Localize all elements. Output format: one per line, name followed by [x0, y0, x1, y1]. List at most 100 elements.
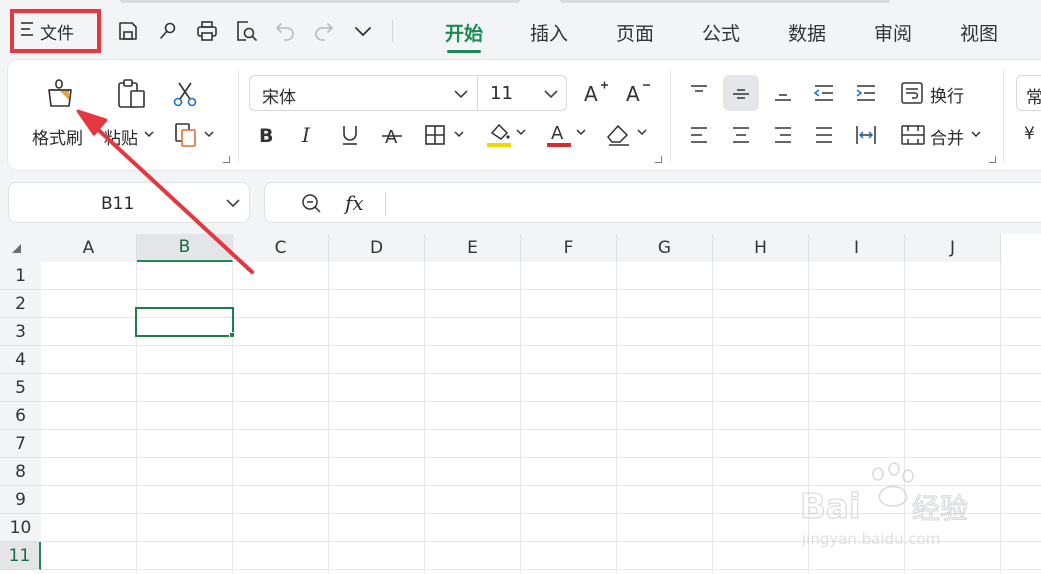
justify-button[interactable]: [808, 120, 840, 150]
row-header-3[interactable]: 3: [0, 318, 41, 346]
column-header-j[interactable]: J: [905, 234, 1001, 262]
tab-page-layout[interactable]: 页面: [616, 19, 654, 46]
font-color-button[interactable]: A: [543, 118, 591, 150]
name-box[interactable]: B11: [8, 182, 250, 223]
undo-button[interactable]: [270, 16, 300, 46]
fill-color-button[interactable]: [483, 118, 531, 150]
copy-button[interactable]: [172, 120, 220, 150]
name-box-dropdown-icon[interactable]: [225, 198, 241, 208]
row-header-10[interactable]: 10: [0, 514, 41, 542]
tab-home[interactable]: 开始: [445, 19, 483, 46]
merge-dropdown-icon[interactable]: [970, 128, 982, 140]
font-size-input[interactable]: 11: [490, 83, 513, 104]
underline-button[interactable]: [336, 120, 364, 150]
column-header-c[interactable]: C: [233, 234, 329, 262]
align-center-button[interactable]: [725, 120, 757, 150]
selected-cell-b11[interactable]: [135, 307, 234, 337]
format-painter-label: 格式刷: [32, 129, 83, 149]
column-gridline: [616, 262, 617, 574]
font-color-icon: A: [547, 123, 586, 147]
column-header-d[interactable]: D: [329, 234, 425, 262]
borders-button[interactable]: [422, 120, 470, 150]
row-header-5[interactable]: 5: [0, 374, 41, 402]
tab-formulas[interactable]: 公式: [702, 19, 740, 46]
format-painter-button[interactable]: [40, 76, 80, 112]
column-header-b[interactable]: B: [137, 234, 233, 262]
row-header-1[interactable]: 1: [0, 262, 41, 290]
increase-font-icon: A: [584, 81, 608, 105]
underline-icon: [343, 126, 357, 145]
merge-cells-icon: [901, 125, 925, 145]
font-size-dropdown-icon[interactable]: [544, 89, 558, 99]
window-tab-strip: [560, 0, 890, 3]
tab-review[interactable]: 审阅: [874, 19, 912, 46]
tab-data[interactable]: 数据: [788, 19, 826, 46]
row-header-9[interactable]: 9: [0, 486, 41, 514]
quick-format-button[interactable]: [153, 16, 183, 46]
font-name-input[interactable]: 宋体: [262, 83, 296, 108]
print-preview-button[interactable]: [231, 16, 261, 46]
column-header-f[interactable]: F: [521, 234, 617, 262]
decrease-font-icon: A: [626, 82, 650, 105]
wrap-text-icon-box[interactable]: [898, 77, 928, 109]
row-header-6[interactable]: 6: [0, 402, 41, 430]
italic-button[interactable]: I: [294, 120, 322, 150]
bold-button[interactable]: B: [252, 120, 280, 150]
row-header-8[interactable]: 8: [0, 458, 41, 486]
wrap-text-label[interactable]: 换行: [930, 82, 964, 107]
currency-format-button[interactable]: ¥: [1024, 124, 1035, 144]
row-gridline: [41, 457, 1041, 458]
tab-view[interactable]: 视图: [960, 19, 998, 46]
save-button[interactable]: [113, 16, 143, 46]
font-name-dropdown-icon[interactable]: [454, 89, 468, 99]
column-header-e[interactable]: E: [425, 234, 521, 262]
redo-button[interactable]: [309, 16, 339, 46]
distributed-button[interactable]: [850, 120, 882, 150]
fill-handle[interactable]: [229, 332, 235, 338]
print-button[interactable]: [192, 16, 222, 46]
clear-format-button[interactable]: [602, 118, 652, 150]
decrease-indent-icon: [813, 85, 833, 101]
paste-label[interactable]: 粘贴: [104, 124, 138, 149]
align-left-button[interactable]: [683, 120, 715, 150]
tab-insert[interactable]: 插入: [530, 19, 568, 46]
column-header-a[interactable]: A: [41, 234, 137, 262]
strikethrough-button[interactable]: A: [378, 120, 406, 150]
customize-toolbar-button[interactable]: [348, 16, 378, 46]
alignment-dialog-launcher[interactable]: [989, 156, 996, 163]
insert-function-button[interactable]: fx: [345, 191, 364, 215]
align-left-icon: [691, 127, 707, 143]
row-header-4[interactable]: 4: [0, 346, 41, 374]
merge-label[interactable]: 合并: [930, 124, 964, 149]
file-menu-button[interactable]: 文件: [10, 9, 101, 53]
column-header-h[interactable]: H: [713, 234, 809, 262]
select-all-button[interactable]: [0, 234, 41, 262]
merge-icon-box[interactable]: [898, 120, 928, 150]
row-header-2[interactable]: 2: [0, 290, 41, 318]
decrease-indent-button[interactable]: [808, 77, 840, 109]
increase-font-size-button[interactable]: A: [581, 77, 611, 107]
font-dialog-launcher[interactable]: [655, 156, 662, 163]
row-header-7[interactable]: 7: [0, 430, 41, 458]
align-top-button[interactable]: [683, 77, 715, 109]
number-format-select[interactable]: 常: [1016, 75, 1041, 111]
increase-indent-icon: [856, 85, 875, 101]
row-gridline: [41, 345, 1041, 346]
clipboard-dialog-launcher[interactable]: [223, 156, 230, 163]
column-header-g[interactable]: G: [617, 234, 713, 262]
row-header-11[interactable]: 11: [0, 542, 41, 570]
paste-button[interactable]: [110, 76, 152, 112]
align-middle-button[interactable]: [725, 77, 757, 109]
row-gridline: [41, 429, 1041, 430]
align-right-button[interactable]: [767, 120, 799, 150]
column-header-i[interactable]: I: [809, 234, 905, 262]
align-center-icon: [733, 127, 749, 143]
align-bottom-button[interactable]: [767, 77, 799, 109]
zoom-formula-button[interactable]: [298, 191, 324, 215]
increase-indent-button[interactable]: [850, 77, 882, 109]
paste-dropdown-icon[interactable]: [143, 128, 155, 140]
strikethrough-icon: A: [382, 127, 402, 146]
svg-text:Bai: Bai: [800, 487, 861, 527]
decrease-font-size-button[interactable]: A: [623, 77, 653, 107]
cut-button[interactable]: [167, 76, 203, 112]
